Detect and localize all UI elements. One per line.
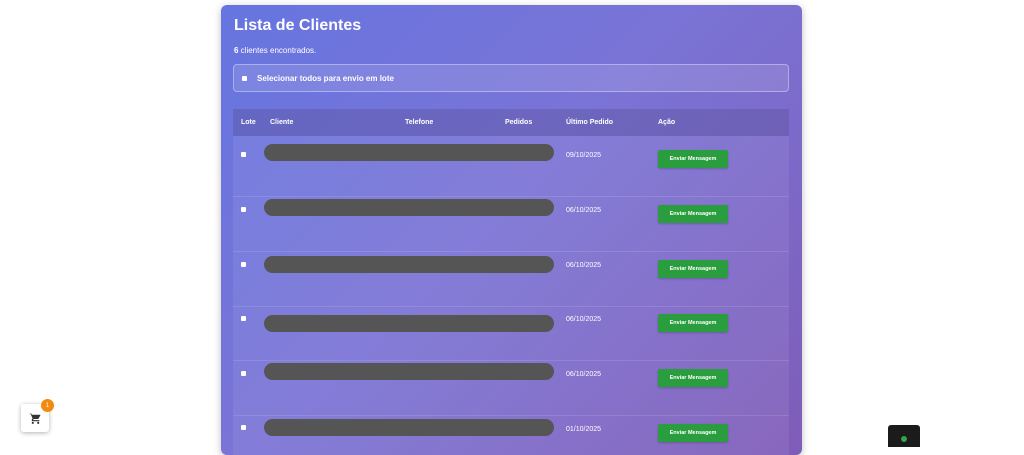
table-row: 06/10/2025 Enviar Mensagem (233, 361, 789, 416)
row-checkbox[interactable] (241, 262, 246, 267)
cart-icon (29, 412, 41, 424)
row-checkbox[interactable] (241, 316, 246, 321)
last-order-date: 01/10/2025 (566, 426, 602, 433)
redacted-client-info (264, 256, 554, 273)
redacted-client-info (264, 419, 554, 436)
row-checkbox[interactable] (241, 207, 246, 212)
table-header: Lote Cliente Telefone Pedidos Último Ped… (233, 109, 789, 136)
column-header-ultimo-pedido: Último Pedido (566, 119, 614, 126)
select-all-bar[interactable]: Selecionar todos para envio em lote (233, 64, 789, 92)
last-order-date: 09/10/2025 (566, 152, 602, 159)
column-header-lote: Lote (241, 119, 256, 126)
row-checkbox[interactable] (241, 152, 246, 157)
column-header-acao: Ação (658, 119, 676, 126)
redacted-client-info (264, 199, 554, 216)
last-order-date: 06/10/2025 (566, 371, 602, 378)
table-row: 06/10/2025 Enviar Mensagem (233, 252, 789, 307)
page-title: Lista de Clientes (234, 17, 362, 34)
row-checkbox[interactable] (241, 425, 246, 430)
client-count: 6 clientes encontrados. (234, 46, 316, 55)
last-order-date: 06/10/2025 (566, 207, 602, 214)
clients-table: Lote Cliente Telefone Pedidos Último Ped… (233, 109, 789, 455)
column-header-telefone: Telefone (405, 119, 434, 126)
redacted-client-info (264, 363, 554, 380)
last-order-date: 06/10/2025 (566, 316, 602, 323)
table-row: 01/10/2025 Enviar Mensagem (233, 415, 789, 455)
row-checkbox[interactable] (241, 371, 246, 376)
client-count-text: clientes encontrados. (238, 46, 317, 55)
status-dot-icon (901, 436, 907, 442)
column-header-pedidos: Pedidos (505, 119, 533, 126)
redacted-client-info (264, 315, 554, 332)
chat-widget[interactable] (888, 425, 920, 447)
last-order-date: 06/10/2025 (566, 262, 602, 269)
cart-badge: 1 (41, 399, 54, 412)
table-row: 09/10/2025 Enviar Mensagem (233, 142, 789, 197)
send-message-button[interactable]: Enviar Mensagem (658, 424, 728, 442)
table-row: 06/10/2025 Enviar Mensagem (233, 306, 789, 361)
select-all-label: Selecionar todos para envio em lote (257, 73, 394, 83)
client-list-panel: Lista de Clientes 6 clientes encontrados… (221, 5, 802, 455)
redacted-client-info (264, 144, 554, 161)
send-message-button[interactable]: Enviar Mensagem (658, 150, 728, 168)
send-message-button[interactable]: Enviar Mensagem (658, 260, 728, 278)
column-header-cliente: Cliente (270, 119, 294, 126)
select-all-checkbox[interactable] (242, 75, 247, 81)
table-row: 06/10/2025 Enviar Mensagem (233, 197, 789, 252)
send-message-button[interactable]: Enviar Mensagem (658, 205, 728, 223)
send-message-button[interactable]: Enviar Mensagem (658, 369, 728, 387)
send-message-button[interactable]: Enviar Mensagem (658, 314, 728, 332)
